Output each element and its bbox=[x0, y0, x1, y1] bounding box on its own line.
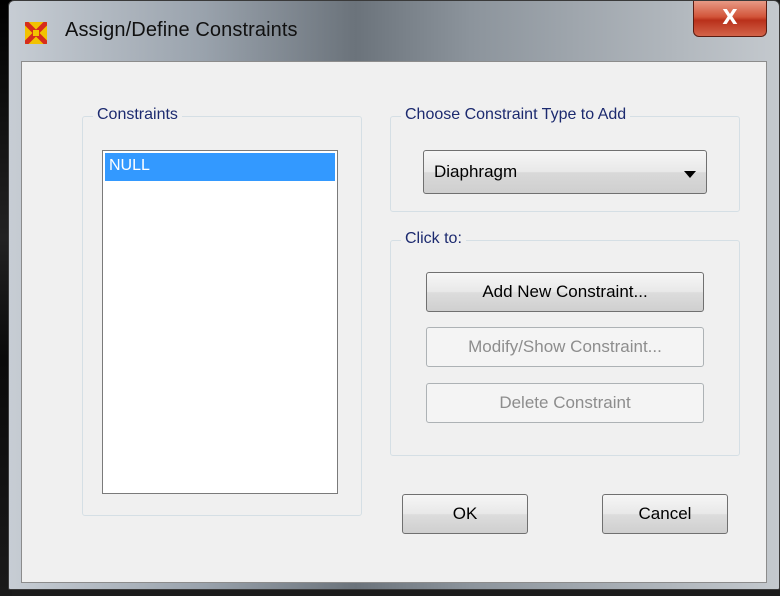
add-new-constraint-button[interactable]: Add New Constraint... bbox=[426, 272, 704, 312]
constraint-type-select[interactable]: Diaphragm bbox=[423, 150, 707, 194]
title-bar[interactable]: Assign/Define Constraints X bbox=[9, 1, 779, 61]
constraint-type-value: Diaphragm bbox=[434, 162, 518, 181]
dialog-window: Assign/Define Constraints X Constraints … bbox=[8, 0, 780, 590]
ok-button[interactable]: OK bbox=[402, 494, 528, 534]
constraint-type-group-label: Choose Constraint Type to Add bbox=[401, 106, 631, 124]
list-item-null[interactable]: NULL bbox=[105, 153, 335, 181]
close-button[interactable]: X bbox=[693, 1, 767, 37]
cancel-button[interactable]: Cancel bbox=[602, 494, 728, 534]
chevron-down-icon bbox=[684, 171, 696, 178]
app-icon bbox=[25, 22, 47, 44]
close-icon: X bbox=[722, 5, 738, 29]
actions-group-label: Click to: bbox=[401, 230, 466, 248]
window-title: Assign/Define Constraints bbox=[65, 19, 298, 41]
constraints-group-label: Constraints bbox=[93, 106, 182, 124]
delete-constraint-button[interactable]: Delete Constraint bbox=[426, 383, 704, 423]
dialog-body: Constraints NULL Choose Constraint Type … bbox=[21, 61, 767, 583]
constraints-listbox[interactable]: NULL bbox=[102, 150, 338, 494]
modify-show-constraint-button[interactable]: Modify/Show Constraint... bbox=[426, 327, 704, 367]
